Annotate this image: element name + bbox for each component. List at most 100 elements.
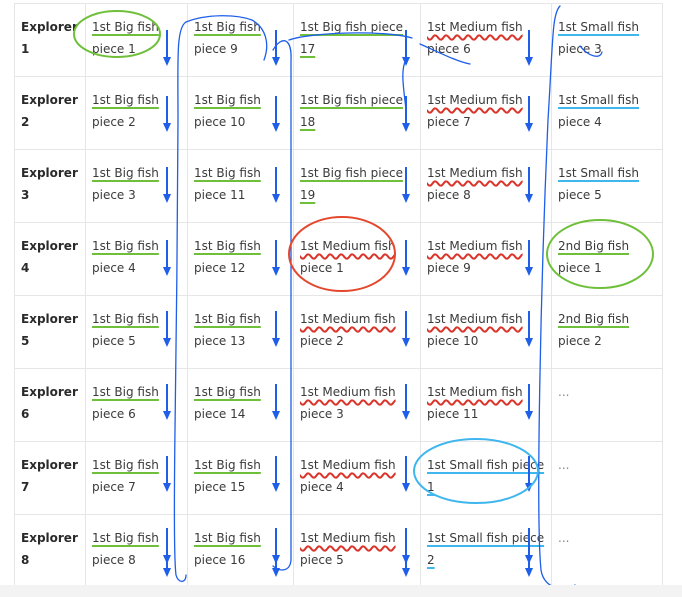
- table-row: Explorer 2 1st Big fish piece 2 1st Big fis…: [14, 76, 663, 150]
- fish-name: 1st Big fish: [194, 20, 261, 34]
- fish-name: 1st Big fish: [92, 385, 159, 399]
- bottom-scroll-area: [0, 585, 682, 597]
- piece-label: piece 9: [427, 261, 471, 275]
- fish-name: 1st Small fish: [558, 93, 639, 107]
- piece-label: piece 1: [300, 261, 344, 275]
- fish-cell: 1st Medium fish piece 11: [420, 368, 552, 442]
- fish-name: 1st Medium fish: [300, 458, 396, 472]
- fish-cell: 1st Small fish piece 4: [551, 76, 663, 150]
- fish-name: 1st Medium fish: [300, 312, 396, 326]
- fish-cell: 1st Medium fish piece 4: [293, 441, 421, 515]
- fish-name: 1st Big fish: [194, 166, 261, 180]
- piece-label: piece 4: [558, 115, 602, 129]
- table-row: Explorer 5 1st Big fish piece 5 1st Big fis…: [14, 295, 663, 369]
- piece-label: piece 4: [92, 261, 136, 275]
- explorer-label: Explorer 2: [14, 76, 86, 150]
- piece-label: piece 3: [300, 407, 344, 421]
- table-row: Explorer 8 1st Big fish piece 8 1st Big fis…: [14, 514, 663, 588]
- fish-cell: 1st Small fish piece 3: [551, 3, 663, 77]
- fish-name: 1st Big fish piece 17: [300, 20, 403, 56]
- fish-cell: 1st Medium fish piece 10: [420, 295, 552, 369]
- piece-label: piece 6: [427, 42, 471, 56]
- fish-cell: 1st Big fish piece 10: [187, 76, 294, 150]
- table-row: Explorer 4 1st Big fish piece 4 1st Big fis…: [14, 222, 663, 296]
- fish-cell: 1st Big fish piece 15: [187, 441, 294, 515]
- explorer-fish-table: Explorer 1 1st Big fish piece 1 1st Big fis…: [14, 3, 663, 588]
- fish-cell: 1st Small fish piece 2: [420, 514, 552, 588]
- fish-name: 1st Small fish: [558, 20, 639, 34]
- fish-name: 1st Big fish: [194, 458, 261, 472]
- fish-name: 1st Medium fish: [300, 385, 396, 399]
- fish-name: 1st Small fish piece 1: [427, 458, 545, 494]
- fish-cell: 1st Big fish piece 3: [85, 149, 188, 223]
- fish-cell: 1st Medium fish piece 5: [293, 514, 421, 588]
- fish-cell: 2nd Big fish piece 1: [551, 222, 663, 296]
- fish-cell: 1st Medium fish piece 2: [293, 295, 421, 369]
- fish-cell: ...: [551, 514, 663, 588]
- piece-label: piece 7: [92, 480, 136, 494]
- fish-cell: 1st Medium fish piece 8: [420, 149, 552, 223]
- piece-label: piece 9: [194, 42, 238, 56]
- fish-name: 1st Medium fish: [427, 20, 523, 34]
- fish-cell: 1st Big fish piece 18: [293, 76, 421, 150]
- explorer-label: Explorer 1: [14, 3, 86, 77]
- fish-name: 1st Medium fish: [427, 166, 523, 180]
- fish-cell: 2nd Big fish piece 2: [551, 295, 663, 369]
- table-row: Explorer 7 1st Big fish piece 7 1st Big fis…: [14, 441, 663, 515]
- piece-label: piece 8: [427, 188, 471, 202]
- fish-cell: 1st Big fish piece 17: [293, 3, 421, 77]
- piece-label: piece 10: [194, 115, 246, 129]
- piece-label: piece 6: [92, 407, 136, 421]
- fish-cell: 1st Big fish piece 7: [85, 441, 188, 515]
- fish-name: 1st Big fish: [92, 20, 159, 34]
- explorer-label: Explorer 6: [14, 368, 86, 442]
- explorer-label: Explorer 3: [14, 149, 86, 223]
- piece-label: piece 4: [300, 480, 344, 494]
- fish-name: 1st Big fish: [92, 458, 159, 472]
- fish-name: 2nd Big fish: [558, 312, 630, 326]
- fish-name: 1st Small fish piece 2: [427, 531, 545, 567]
- table-body: Explorer 1 1st Big fish piece 1 1st Big fis…: [14, 3, 663, 588]
- explorer-label: Explorer 4: [14, 222, 86, 296]
- fish-cell: 1st Small fish piece 1: [420, 441, 552, 515]
- fish-name: ...: [558, 531, 570, 545]
- fish-name: 1st Big fish: [92, 312, 159, 326]
- explorer-label: Explorer 7: [14, 441, 86, 515]
- fish-cell: 1st Big fish piece 1: [85, 3, 188, 77]
- fish-name: 2nd Big fish: [558, 239, 630, 253]
- fish-name: 1st Big fish: [194, 93, 261, 107]
- fish-name: 1st Big fish piece 18: [300, 93, 403, 129]
- fish-cell: ...: [551, 441, 663, 515]
- fish-cell: ...: [551, 368, 663, 442]
- fish-name: 1st Medium fish: [427, 312, 523, 326]
- piece-label: piece 16: [194, 553, 246, 567]
- piece-label: piece 15: [194, 480, 246, 494]
- fish-cell: 1st Medium fish piece 3: [293, 368, 421, 442]
- explorer-label: Explorer 8: [14, 514, 86, 588]
- fish-name: 1st Big fish: [194, 239, 261, 253]
- fish-cell: 1st Big fish piece 16: [187, 514, 294, 588]
- fish-cell: 1st Big fish piece 8: [85, 514, 188, 588]
- fish-cell: 1st Medium fish piece 7: [420, 76, 552, 150]
- fish-cell: 1st Big fish piece 12: [187, 222, 294, 296]
- piece-label: piece 8: [92, 553, 136, 567]
- fish-name: 1st Medium fish: [427, 239, 523, 253]
- piece-label: piece 14: [194, 407, 246, 421]
- piece-label: piece 3: [558, 42, 602, 56]
- fish-name: 1st Big fish: [194, 312, 261, 326]
- piece-label: piece 11: [194, 188, 246, 202]
- fish-name: 1st Small fish: [558, 166, 639, 180]
- fish-cell: 1st Medium fish piece 1: [293, 222, 421, 296]
- piece-label: piece 3: [92, 188, 136, 202]
- piece-label: piece 13: [194, 334, 246, 348]
- explorer-label: Explorer 5: [14, 295, 86, 369]
- piece-label: piece 7: [427, 115, 471, 129]
- fish-name: 1st Big fish: [92, 166, 159, 180]
- fish-name: 1st Big fish: [92, 93, 159, 107]
- fish-cell: 1st Big fish piece 11: [187, 149, 294, 223]
- piece-label: piece 2: [558, 334, 602, 348]
- fish-name: 1st Big fish: [92, 531, 159, 545]
- fish-name: ...: [558, 458, 570, 472]
- fish-name: 1st Big fish: [194, 385, 261, 399]
- fish-name: ...: [558, 385, 570, 399]
